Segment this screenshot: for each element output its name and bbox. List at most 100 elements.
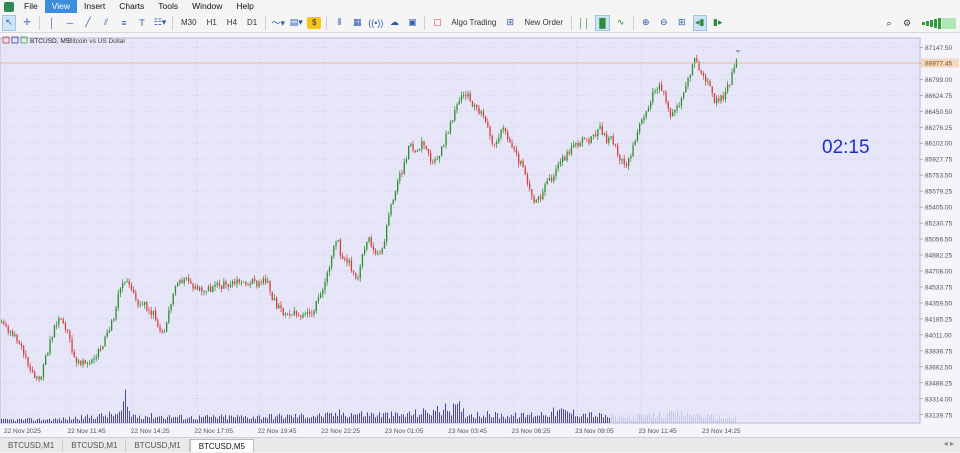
indicators-icon[interactable]: ⫴: [332, 15, 346, 31]
crosshair-tool-icon[interactable]: ✛: [20, 15, 34, 31]
zoom-in-icon[interactable]: ⊕: [639, 15, 653, 31]
line-chart-icon[interactable]: ∿: [614, 15, 628, 31]
candle-bull: [731, 72, 733, 86]
candle-bear: [254, 278, 256, 281]
timeframe-d1[interactable]: D1: [244, 15, 260, 31]
candle-bull: [174, 286, 177, 294]
candle-bull: [441, 146, 443, 156]
algo-trading-icon[interactable]: ▢: [430, 15, 444, 31]
candle-bear: [601, 126, 603, 136]
tab-btcusd-m1-a[interactable]: BTCUSD,M1: [0, 439, 64, 452]
candle-bull: [199, 287, 201, 291]
menu-charts[interactable]: Charts: [112, 0, 151, 13]
candle-bull: [91, 359, 93, 363]
price-chart[interactable]: 87147.5086973.2586799.0086624.7586450.50…: [0, 33, 960, 437]
y-tick-label: 84011.00: [925, 332, 952, 339]
channel-icon[interactable]: ⫽: [99, 15, 113, 31]
templates-icon[interactable]: ▤▾: [289, 15, 303, 31]
shapes-menu-icon[interactable]: ☷▾: [153, 15, 167, 31]
volume-bar: [17, 419, 18, 423]
menu-window[interactable]: Window: [185, 0, 229, 13]
menu-tools[interactable]: Tools: [151, 0, 185, 13]
volume-bar: [89, 417, 90, 423]
menu-view[interactable]: View: [44, 0, 77, 13]
signal-icon[interactable]: ((•)): [368, 15, 383, 31]
volume-bar: [717, 419, 718, 423]
candle-bear: [623, 158, 625, 164]
tile-windows-icon[interactable]: ⊞: [675, 15, 689, 31]
fibonacci-icon[interactable]: ≡: [117, 15, 131, 31]
candle-bull: [680, 97, 683, 106]
cursor-tool-icon[interactable]: ↖: [2, 14, 16, 31]
candle-bull: [724, 91, 727, 100]
market-watch-icon[interactable]: ▣: [405, 15, 419, 31]
candle-bear: [159, 326, 161, 331]
chart-tabs: BTCUSD,M1 BTCUSD,M1 BTCUSD,M1 BTCUSD,M5: [0, 437, 960, 452]
candle-bear: [34, 371, 36, 378]
text-tool-icon[interactable]: T: [135, 15, 149, 31]
market-icon[interactable]: $: [307, 16, 322, 29]
candle-bull: [419, 149, 421, 151]
vertical-line-icon[interactable]: │: [45, 15, 59, 31]
bar-chart-icon[interactable]: ││: [577, 15, 591, 31]
volume-bar: [129, 410, 130, 423]
auto-scroll-icon[interactable]: ◂▮: [692, 14, 707, 31]
search-icon[interactable]: ⌕: [882, 15, 896, 31]
candlestick-chart-icon[interactable]: ▐▌: [595, 14, 610, 31]
volume-bar: [545, 415, 546, 423]
chart-shift-icon[interactable]: ▮▸: [711, 15, 725, 31]
volume-bar: [361, 411, 362, 423]
candle-bear: [625, 163, 628, 167]
volume-bar: [111, 413, 112, 423]
chart-window[interactable]: 87147.5086973.2586799.0086624.7586450.50…: [0, 33, 960, 437]
tab-scroll-arrows[interactable]: ◂ ▸: [944, 439, 954, 448]
volume-bar: [183, 419, 184, 423]
candle-bull: [179, 280, 181, 283]
objects-icon[interactable]: ▦: [350, 15, 364, 31]
menu-help[interactable]: Help: [229, 0, 260, 13]
timeframe-h4[interactable]: H4: [224, 15, 240, 31]
volume-bar: [43, 419, 44, 423]
new-order-icon[interactable]: ⊞: [503, 15, 517, 31]
timeframe-h1[interactable]: H1: [204, 15, 220, 31]
volume-bar: [627, 417, 628, 423]
volume-bar: [685, 416, 686, 423]
candle-bull: [322, 290, 324, 295]
volume-bar: [669, 411, 670, 423]
vps-icon[interactable]: ☁: [387, 15, 401, 31]
tab-btcusd-m1-b[interactable]: BTCUSD,M1: [63, 439, 127, 452]
candle-bear: [38, 376, 40, 380]
algo-trading-button[interactable]: Algo Trading: [448, 15, 499, 31]
tab-btcusd-m1-c[interactable]: BTCUSD,M1: [126, 439, 190, 452]
volume-bar: [457, 403, 458, 423]
volume-bar: [27, 418, 28, 423]
volume-bar: [287, 414, 288, 423]
horizontal-line-icon[interactable]: ─: [63, 15, 77, 31]
volume-bar: [501, 413, 502, 423]
volume-bar: [209, 416, 210, 423]
candle-bear: [425, 145, 427, 149]
volume-bar: [601, 413, 602, 423]
candle-bear: [465, 94, 467, 97]
plot-area[interactable]: [0, 37, 921, 424]
volume-bar: [113, 416, 114, 423]
menu-insert[interactable]: Insert: [77, 0, 112, 13]
volume-bar: [99, 413, 100, 423]
candle-bull: [500, 129, 502, 138]
trendline-icon[interactable]: ╱: [81, 15, 95, 31]
volume-bar: [79, 419, 80, 423]
tab-btcusd-m5[interactable]: BTCUSD,M5: [189, 439, 254, 452]
menu-file[interactable]: File: [17, 0, 45, 13]
volume-bar: [697, 413, 698, 423]
new-order-button[interactable]: New Order: [521, 15, 566, 31]
candle-bull: [95, 357, 97, 359]
candle-bull: [357, 277, 359, 279]
zoom-out-icon[interactable]: ⊖: [657, 15, 671, 31]
timeframe-m30[interactable]: M30: [178, 15, 200, 31]
volume-bar: [39, 418, 40, 423]
y-tick-label: 86102.00: [925, 141, 952, 148]
settings-icon[interactable]: ⚙: [900, 15, 914, 31]
chart-type-icon[interactable]: 〜▾: [271, 15, 286, 31]
candle-bull: [223, 281, 225, 289]
volume-bar: [357, 414, 358, 423]
